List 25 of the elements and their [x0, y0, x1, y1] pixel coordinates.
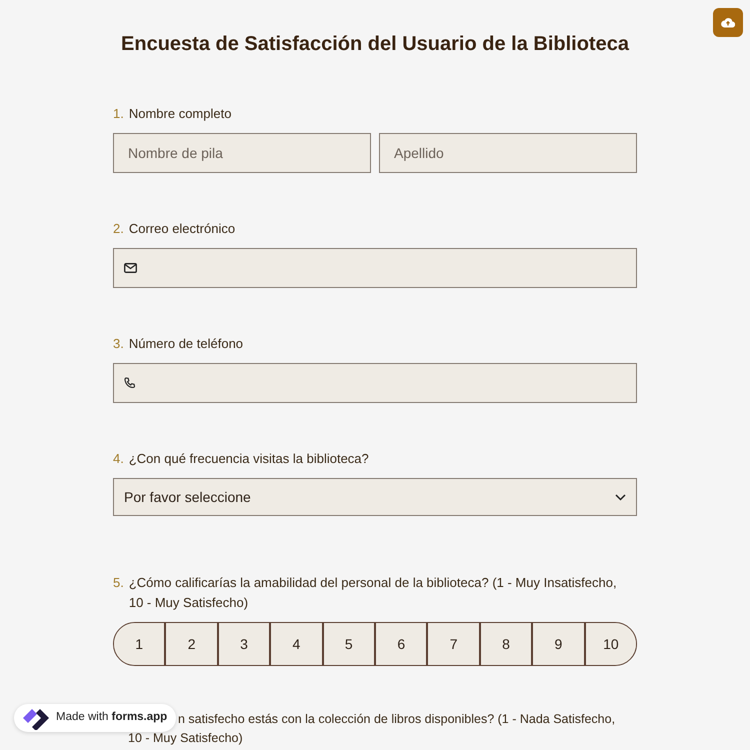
- dropdown-field[interactable]: Por favor seleccione: [113, 478, 637, 516]
- cloud-upload-icon: [721, 17, 735, 28]
- question-number: 1.: [113, 105, 124, 123]
- question-number: 3.: [113, 335, 124, 353]
- question-label: ¿Con qué frecuencia visitas la biblioteca?: [128, 450, 369, 468]
- made-with-badge[interactable]: Made with forms.app: [14, 704, 176, 732]
- question-label-line: 10 - Muy Satisfecho): [128, 730, 243, 747]
- question-label: ¿Cómo calificarías la amabilidad del personal de la biblioteca? (1 - Muy Insatisfecho, 10 - Muy Satisfecho): [128, 574, 618, 612]
- rating-option[interactable]: 10: [584, 623, 636, 665]
- phone-field[interactable]: [113, 363, 637, 403]
- phone-icon: [124, 377, 136, 389]
- question-label-line: n satisfecho estás con la colección de libros disponibles? (1 - Nada Satisfecho,: [178, 711, 616, 728]
- question-label: Número de teléfono: [128, 335, 244, 353]
- text-field[interactable]: Nombre de pila: [113, 133, 371, 173]
- envelope-icon: [124, 263, 137, 273]
- question-label: Nombre completo: [128, 105, 232, 123]
- question-number: 4.: [113, 450, 124, 468]
- chevron-down-icon: [615, 494, 626, 500]
- question-number: 2.: [113, 220, 124, 238]
- email-field[interactable]: [113, 248, 637, 288]
- question-label: Correo electrónico: [128, 220, 236, 238]
- text-field[interactable]: Apellido: [379, 133, 637, 173]
- form-title: Encuesta de Satisfacción del Usuario de la Biblioteca: [120, 32, 630, 56]
- upload-button[interactable]: [713, 8, 743, 37]
- question-number: 5.: [113, 574, 124, 592]
